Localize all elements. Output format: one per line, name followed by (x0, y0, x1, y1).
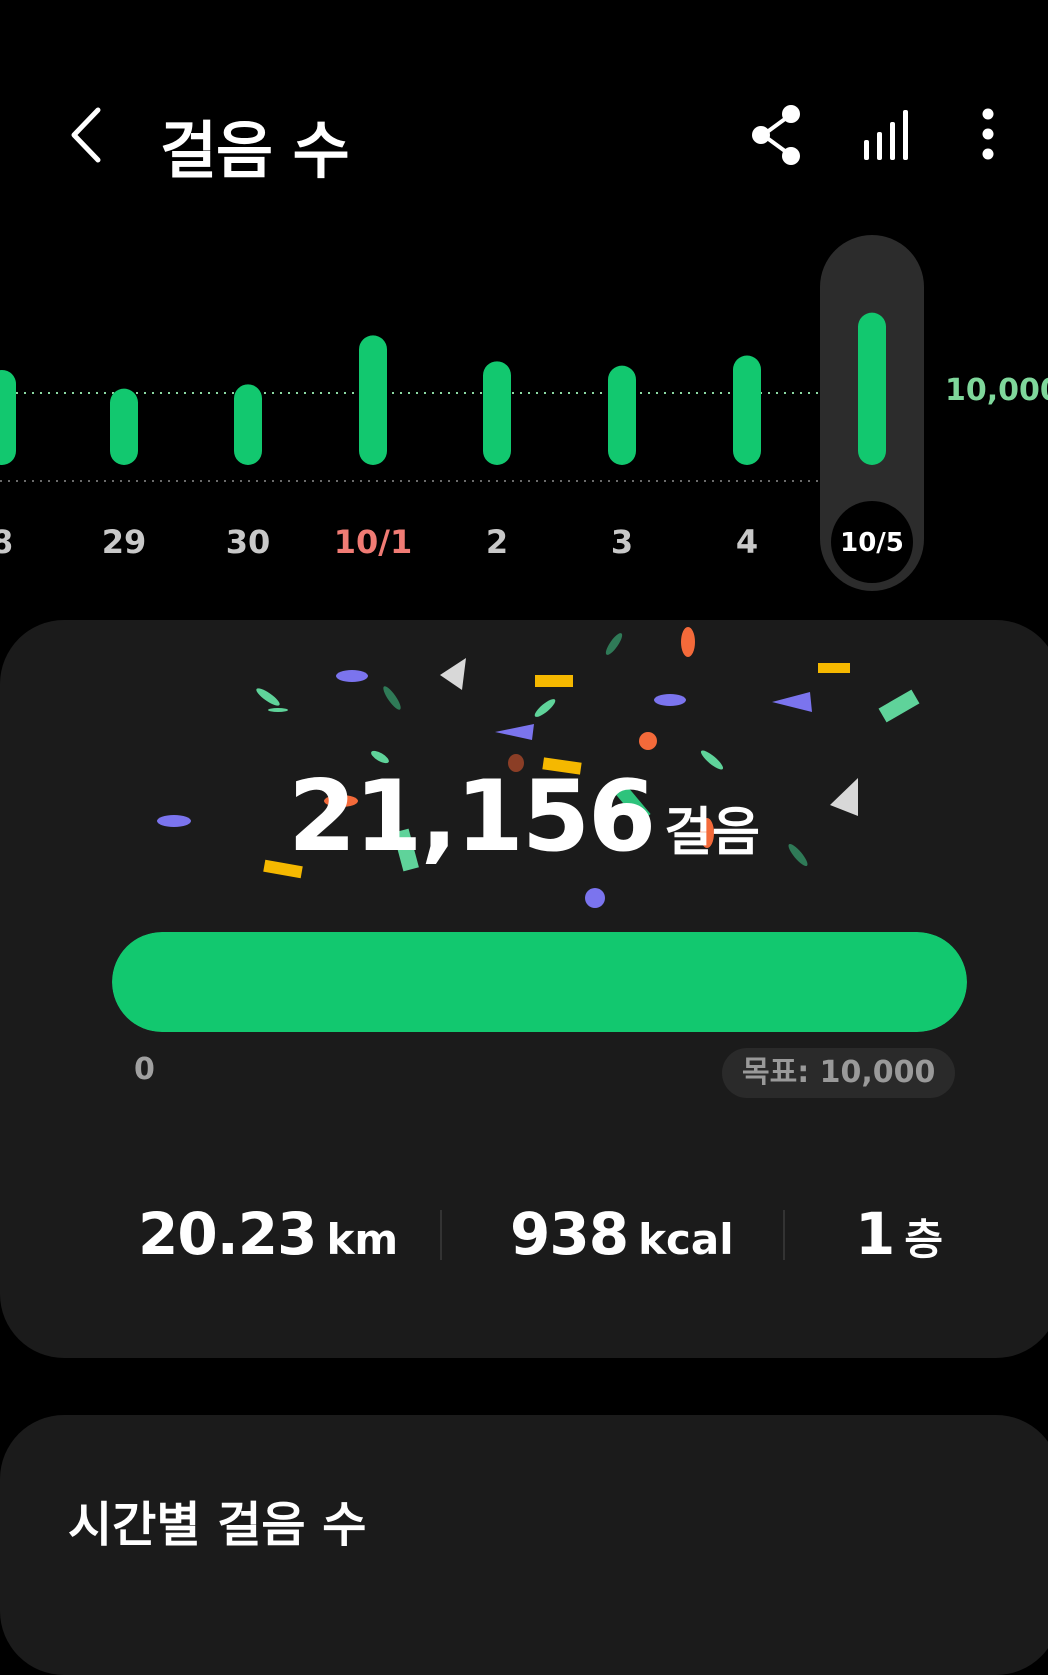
daily-steps-chart: 8 29 30 10/1 2 3 4 10/5 10,000 (0, 225, 1048, 605)
share-icon (752, 105, 800, 165)
distance-unit: km (326, 1215, 399, 1264)
chart-icon (864, 110, 908, 160)
confetti-piece (681, 627, 695, 657)
confetti-piece (878, 689, 920, 723)
goal-progress-bar (112, 932, 967, 1032)
day-bar-8[interactable] (0, 369, 16, 465)
day-label-10-5[interactable]: 10/5 (840, 528, 904, 558)
floors-value: 1 (855, 1200, 895, 1268)
day-bar-10-1[interactable] (359, 335, 387, 465)
daily-steps-chart-svg: 8 29 30 10/1 2 3 4 10/5 (0, 235, 924, 591)
share-button[interactable] (745, 100, 815, 170)
confetti-piece (440, 658, 466, 690)
total-steps-unit: 걸음 (664, 803, 760, 863)
stat-divider (783, 1210, 785, 1260)
day-bar-29[interactable] (110, 388, 138, 465)
day-label-8[interactable]: 8 (0, 523, 13, 561)
total-steps-value: 21,156 (288, 760, 656, 874)
day-label-4[interactable]: 4 (736, 523, 758, 561)
day-label-30[interactable]: 30 (226, 523, 271, 561)
goal-progress-fill (112, 932, 967, 1032)
day-bar-3[interactable] (608, 365, 636, 465)
goal-line-label: 10,000 (945, 373, 1048, 408)
confetti-piece (818, 663, 850, 673)
confetti-piece (256, 688, 280, 706)
day-bar-10-5[interactable] (858, 312, 886, 465)
confetti-piece (605, 633, 623, 655)
goal-target-badge: 목표: 10,000 (722, 1048, 956, 1098)
back-icon (71, 107, 101, 163)
calories-value: 938 (510, 1200, 629, 1268)
day-label-3[interactable]: 3 (611, 523, 633, 561)
calories-stat: 938 kcal (510, 1200, 734, 1268)
stat-divider (440, 1210, 442, 1260)
day-bar-30[interactable] (234, 384, 262, 465)
hourly-steps-card[interactable]: 시간별 걸음 수 (0, 1415, 1048, 1675)
day-label-2[interactable]: 2 (486, 523, 508, 561)
confetti-piece (654, 694, 686, 706)
distance-stat: 20.23 km (138, 1200, 398, 1268)
confetti-piece (534, 699, 556, 717)
confetti-piece (639, 732, 657, 750)
back-button[interactable] (60, 100, 120, 170)
confetti-piece (268, 708, 288, 712)
floors-stat: 1층 (855, 1200, 943, 1268)
day-label-29[interactable]: 29 (102, 523, 147, 561)
confetti-piece (772, 692, 812, 712)
total-steps: 21,156 걸음 (0, 760, 1048, 874)
more-options-button[interactable] (955, 100, 1025, 170)
confetti-piece (336, 670, 368, 682)
hourly-steps-title: 시간별 걸음 수 (68, 1497, 367, 1553)
chart-view-button[interactable] (855, 100, 925, 170)
distance-value: 20.23 (138, 1200, 317, 1268)
day-bar-4[interactable] (733, 355, 761, 465)
steps-summary-card: 21,156 걸음 0 목표: 10,000 20.23 km 938 kcal 1층 (0, 620, 1048, 1358)
day-label-10-1[interactable]: 10/1 (334, 523, 412, 561)
app-header: 걸음 수 (0, 0, 1048, 250)
progress-min-label: 0 (134, 1052, 155, 1087)
confetti-piece (383, 686, 401, 710)
day-bar-2[interactable] (483, 361, 511, 465)
confetti-piece (535, 675, 573, 687)
calories-unit: kcal (638, 1215, 734, 1264)
confetti-piece (495, 724, 534, 740)
page-title: 걸음 수 (160, 114, 350, 187)
confetti-piece (585, 888, 605, 908)
more-icon (982, 108, 994, 160)
floors-unit: 층 (904, 1215, 943, 1264)
